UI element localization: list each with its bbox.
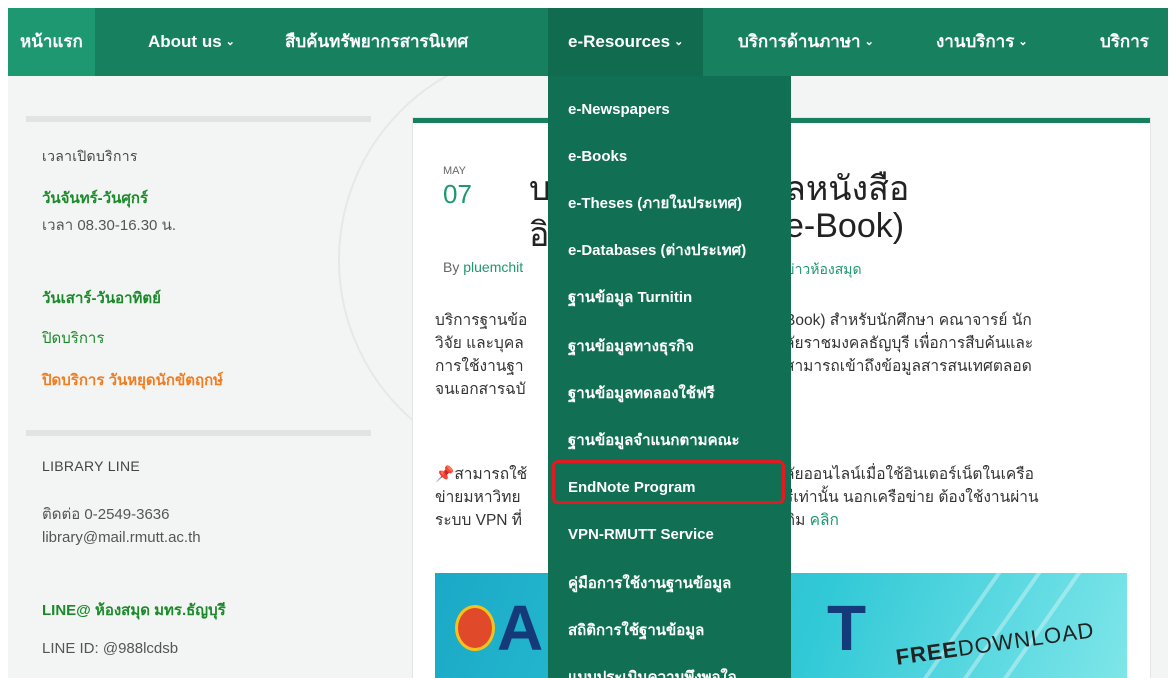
nav-label: e-Resources <box>568 32 671 51</box>
pushpin-icon: 📌 <box>435 466 455 483</box>
text-line: วิจัย และบุคล <box>435 335 524 352</box>
menu-item-satisfaction-survey[interactable]: แบบประเมินความพึงพอใจ <box>548 656 791 678</box>
e-resources-dropdown: e-Newspapers e-Books e-Theses (ภายในประเ… <box>548 76 791 678</box>
nav-item-services[interactable]: งานบริการ ⌄ <box>936 8 1028 76</box>
nav-item-more-services[interactable]: บริการ <box>1100 8 1149 76</box>
paragraph-1-right: Book) สำหรับนักศึกษา คณาจารย์ นัก ลัยราช… <box>785 309 1033 378</box>
nav-label: บริการด้านภาษา <box>738 32 861 51</box>
weekday-label: วันจันทร์-วันศุกร์ <box>42 190 148 207</box>
banner-download-text: FREEDOWNLOAD <box>894 617 1096 671</box>
chevron-down-icon: ⌄ <box>674 36 684 48</box>
text-span: สามารถใช้ <box>454 466 528 483</box>
menu-item-e-databases[interactable]: e-Databases (ต่างประเทศ) <box>548 229 791 273</box>
article-title-line2-end[interactable]: e-Book) <box>785 207 904 246</box>
post-day: 07 <box>443 179 472 209</box>
text-line: ระบบ VPN ที่ <box>435 512 523 529</box>
category-link[interactable]: ข่าวห้องสมุด <box>785 261 862 277</box>
menu-item-e-newspapers[interactable]: e-Newspapers <box>548 88 791 132</box>
contact-email[interactable]: library@mail.rmutt.ac.th <box>42 529 201 546</box>
text-line: ดิม คลิก <box>785 509 1039 532</box>
paragraph-1-left: บริการฐานข้อ วิจัย และบุคล การใช้งานฐา จ… <box>435 309 527 401</box>
text-line: ข่ายมหาวิทย <box>435 489 521 506</box>
menu-item-trial-db[interactable]: ฐานข้อมูลทดลองใช้ฟรี <box>548 372 791 416</box>
nav-label: About us <box>148 32 222 51</box>
menu-item-db-stats[interactable]: สถิติการใช้ฐานข้อมูล <box>548 609 791 653</box>
banner-download-word: DOWNLOAD <box>956 617 1096 662</box>
holiday-note: ปิดบริการ วันหยุดนักขัตฤกษ์ <box>42 372 224 389</box>
text-line: บริการฐานข้อ <box>435 312 528 329</box>
chevron-down-icon: ⌄ <box>225 36 235 48</box>
text-line: จนเอกสารฉบั <box>435 381 526 398</box>
university-logo <box>455 605 495 651</box>
text-line: รีเท่านั้น นอกเครือข่าย ต้องใช้งานผ่าน <box>785 489 1039 506</box>
nav-label: หน้าแรก <box>20 32 83 51</box>
menu-item-turnitin[interactable]: ฐานข้อมูล Turnitin <box>548 276 791 320</box>
nav-item-language[interactable]: บริการด้านภาษา ⌄ <box>738 8 874 76</box>
sidebar-divider <box>26 430 371 436</box>
menu-item-db-manual[interactable]: คู่มือการใช้งานฐานข้อมูล <box>548 562 791 606</box>
paragraph-2-left: 📌สามารถใช้ ข่ายมหาวิทย ระบบ VPN ที่ <box>435 463 527 532</box>
weekend-label: วันเสาร์-วันอาทิตย์ <box>42 290 161 307</box>
sidebar-divider <box>26 116 371 122</box>
nav-label: สืบค้นทรัพยากรสารนิเทศ <box>285 32 469 51</box>
author-link[interactable]: pluemchit <box>463 259 523 275</box>
nav-item-search-resources[interactable]: สืบค้นทรัพยากรสารนิเทศ <box>285 8 468 76</box>
text-line: สามารถเข้าถึงข้อมูลสารสนเทศตลอด <box>785 358 1032 375</box>
endnote-highlight-box <box>552 460 785 504</box>
line-id: LINE ID: @988lcdsb <box>42 640 179 657</box>
chevron-down-icon: ⌄ <box>1018 36 1028 48</box>
nav-item-about[interactable]: About us ⌄ <box>148 8 235 76</box>
weekend-status: ปิดบริการ <box>42 330 105 347</box>
article-title-line2-start[interactable]: อิ <box>529 207 549 261</box>
text-line: ลัยราชมงคลธัญบุรี เพื่อการสืบค้นและ <box>785 335 1034 352</box>
post-date: MAY 07 <box>443 165 491 210</box>
banner-letter: A <box>497 592 544 664</box>
banner-letter: T <box>827 592 867 664</box>
text-line: ลัยออนไลน์เมื่อใช้อินเตอร์เน็ตในเครือ <box>785 466 1034 483</box>
paragraph-2-right: ลัยออนไลน์เมื่อใช้อินเตอร์เน็ตในเครือ รี… <box>785 463 1039 532</box>
nav-label: งานบริการ <box>936 32 1015 51</box>
browser-viewport: หน้าแรก About us ⌄ สืบค้นทรัพยากรสารนิเทศ… <box>8 8 1168 678</box>
line-title: LIBRARY LINE <box>42 458 141 474</box>
article-meta: By pluemchit <box>443 259 523 275</box>
line-at-label: LINE@ ห้องสมุด มทร.ธัญบุรี <box>42 602 226 619</box>
menu-item-vpn[interactable]: VPN-RMUTT Service <box>548 513 791 557</box>
click-link[interactable]: คลิก <box>810 512 839 529</box>
text-line: การใช้งานฐา <box>435 358 524 375</box>
category-meta: ข่าวห้องสมุด <box>785 259 862 281</box>
main-navbar: หน้าแรก About us ⌄ สืบค้นทรัพยากรสารนิเทศ… <box>8 8 1168 76</box>
weekday-time: เวลา 08.30-16.30 น. <box>42 217 176 234</box>
menu-item-business-db[interactable]: ฐานข้อมูลทางธุรกิจ <box>548 325 791 369</box>
text-line: 📌สามารถใช้ <box>435 463 527 486</box>
nav-item-home[interactable]: หน้าแรก <box>8 8 95 76</box>
menu-item-faculty-db[interactable]: ฐานข้อมูลจำแนกตามคณะ <box>548 419 791 463</box>
contact-phone: ติดต่อ 0-2549-3636 <box>42 506 170 523</box>
nav-item-e-resources[interactable]: e-Resources ⌄ <box>548 8 704 76</box>
post-month: MAY <box>443 165 467 177</box>
text-line: Book) สำหรับนักศึกษา คณาจารย์ นัก <box>785 312 1032 329</box>
menu-item-e-theses[interactable]: e-Theses (ภายในประเทศ) <box>548 182 791 226</box>
hours-title: เวลาเปิดบริการ <box>42 148 138 164</box>
chevron-down-icon: ⌄ <box>864 36 874 48</box>
nav-label: บริการ <box>1100 32 1149 51</box>
menu-item-e-books[interactable]: e-Books <box>548 135 791 179</box>
banner-free-word: FREE <box>894 636 960 670</box>
author-prefix: By <box>443 259 460 275</box>
